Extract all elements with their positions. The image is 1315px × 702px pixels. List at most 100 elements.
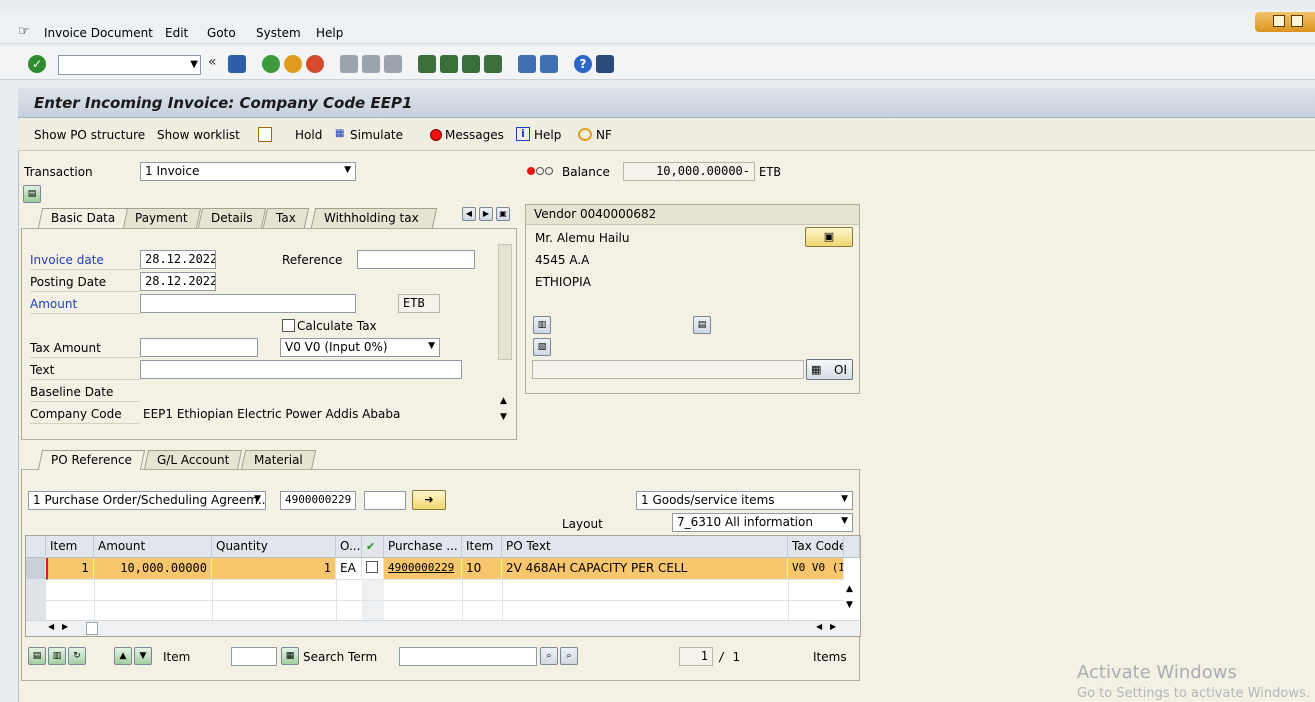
find-next-icon[interactable] [384, 55, 402, 73]
cell-tax-code[interactable]: V0 V0 (I [788, 558, 844, 580]
chevron-down-icon[interactable]: ▼ [428, 341, 435, 351]
last-page-icon[interactable] [484, 55, 502, 73]
cell-po-item[interactable]: 10 [462, 558, 502, 580]
cell-item[interactable]: 1 [46, 558, 94, 580]
shortcut-icon[interactable] [540, 55, 558, 73]
prev-page-icon[interactable] [440, 55, 458, 73]
nf-button[interactable]: NF [596, 128, 612, 142]
enter-icon[interactable]: ✓ [28, 55, 46, 73]
po-number-field[interactable]: 4900000229 [280, 491, 356, 510]
column-header-po-item[interactable]: Item [462, 536, 502, 558]
row-selector[interactable] [26, 580, 46, 602]
cell-unit[interactable]: EA [336, 558, 362, 580]
scroll-right-icon[interactable]: ▶ [62, 622, 68, 631]
next-page-icon[interactable] [462, 55, 480, 73]
scroll-left-icon[interactable]: ◀ [48, 622, 54, 631]
vendor-detail-icon[interactable]: ▤ [693, 316, 711, 334]
messages-button[interactable]: Messages [445, 128, 504, 142]
show-worklist-button[interactable]: Show worklist [157, 128, 240, 142]
panel-scrollbar[interactable] [498, 244, 512, 360]
vendor-edit-icon[interactable]: ▣ [805, 227, 853, 247]
scroll-thumb[interactable] [86, 622, 98, 635]
find-icon[interactable] [362, 55, 380, 73]
sort-descending-icon[interactable]: ▼ [134, 647, 152, 665]
window-controls[interactable] [1255, 12, 1315, 32]
page-current-field[interactable]: 1 [679, 647, 713, 666]
refresh-icon[interactable]: ↻ [68, 647, 86, 665]
cell-amount[interactable]: 10,000.00000 [94, 558, 212, 580]
grid-scroll-up-icon[interactable]: ▲ [846, 584, 853, 594]
horizontal-scrollbar[interactable]: ◀ ▶ ◀ ▶ [26, 620, 860, 636]
tab-po-reference[interactable]: PO Reference [37, 450, 146, 470]
row-selector-header[interactable] [26, 536, 46, 558]
tab-scroll-right-icon[interactable]: ▶ [479, 207, 493, 221]
create-session-icon[interactable] [518, 55, 536, 73]
reference-field[interactable] [357, 250, 475, 269]
search-term-icon[interactable]: ▦ [281, 647, 299, 665]
sort-ascending-icon[interactable]: ▲ [114, 647, 132, 665]
chevron-down-icon[interactable]: ▼ [254, 494, 261, 504]
scroll-up-icon[interactable]: ▲ [500, 396, 507, 406]
text-field[interactable] [140, 360, 462, 379]
tax-code-select[interactable]: V0 V0 (Input 0%) ▼ [280, 338, 440, 357]
chevron-down-icon[interactable]: ▼ [841, 516, 848, 526]
customize-icon[interactable] [596, 55, 614, 73]
column-header-check[interactable]: ✔ [362, 536, 384, 558]
menu-help[interactable]: Help [316, 26, 343, 40]
minimize-icon[interactable] [1273, 15, 1285, 27]
column-settings-icon[interactable] [844, 536, 860, 558]
layout-select[interactable]: 7_6310 All information ▼ [672, 513, 853, 532]
items-type-select[interactable]: 1 Goods/service items ▼ [636, 491, 853, 510]
menu-invoice-document[interactable]: Invoice Document [44, 26, 153, 40]
transaction-select[interactable]: 1 Invoice ▼ [140, 162, 356, 181]
row-checkbox[interactable] [366, 561, 378, 573]
tax-amount-field[interactable] [140, 338, 258, 357]
messages-icon[interactable] [430, 129, 442, 141]
tab-list-icon[interactable]: ▣ [496, 207, 510, 221]
tab-basic-data[interactable]: Basic Data [37, 208, 129, 228]
info-icon[interactable]: i [516, 127, 530, 141]
nf-icon[interactable] [578, 128, 592, 141]
tab-gl-account[interactable]: G/L Account [143, 450, 243, 470]
find-icon[interactable]: ⌕ [540, 647, 558, 665]
column-header-purchase-order[interactable]: Purchase ... [384, 536, 462, 558]
menu-edit[interactable]: Edit [165, 26, 188, 40]
column-header-order-unit[interactable]: O... [336, 536, 362, 558]
tab-scroll-left-icon[interactable]: ◀ [462, 207, 476, 221]
print-icon[interactable] [340, 55, 358, 73]
transfer-arrow-icon[interactable]: ➜ [412, 490, 446, 510]
open-items-button[interactable]: ▦ OI [806, 359, 853, 380]
column-header-po-text[interactable]: PO Text [502, 536, 788, 558]
menu-goto[interactable]: Goto [207, 26, 236, 40]
layout-toggle-icon[interactable]: ▤ [23, 185, 41, 203]
cell-po-text[interactable]: 2V 468AH CAPACITY PER CELL [502, 558, 788, 580]
column-header-item[interactable]: Item [46, 536, 94, 558]
new-document-icon[interactable] [258, 127, 272, 142]
scroll-right-end-icon[interactable]: ▶ [830, 622, 836, 631]
posting-date-field[interactable]: 28.12.2022 [140, 272, 216, 291]
tab-tax[interactable]: Tax [262, 208, 309, 228]
save-icon[interactable] [228, 55, 246, 73]
menu-icon[interactable]: ☞ [18, 24, 30, 39]
maximize-icon[interactable] [1291, 15, 1303, 27]
help-icon[interactable]: ? [574, 55, 592, 73]
document-type-select[interactable]: 1 Purchase Order/Scheduling Agreem... ▼ [28, 491, 266, 510]
simulate-icon[interactable]: ▦ [335, 128, 344, 139]
grid-scroll-down-icon[interactable]: ▼ [846, 600, 853, 610]
find-next-icon[interactable]: ⌕ [560, 647, 578, 665]
calculate-tax-checkbox[interactable] [282, 319, 295, 332]
cell-check[interactable] [362, 558, 384, 580]
row-selector[interactable] [26, 558, 46, 580]
chevron-down-icon[interactable]: ▼ [344, 165, 351, 175]
tab-details[interactable]: Details [197, 208, 266, 228]
cell-quantity[interactable]: 1 [212, 558, 336, 580]
first-page-icon[interactable] [418, 55, 436, 73]
back-icon[interactable] [262, 55, 280, 73]
column-header-amount[interactable]: Amount [94, 536, 212, 558]
search-term-field[interactable] [399, 647, 537, 666]
chevron-down-icon[interactable]: ▼ [841, 494, 848, 504]
scroll-left-end-icon[interactable]: ◀ [816, 622, 822, 631]
tab-withholding-tax[interactable]: Withholding tax [310, 208, 438, 228]
select-all-icon[interactable]: ▤ [28, 647, 46, 665]
vendor-display-icon[interactable]: ▥ [533, 316, 551, 334]
